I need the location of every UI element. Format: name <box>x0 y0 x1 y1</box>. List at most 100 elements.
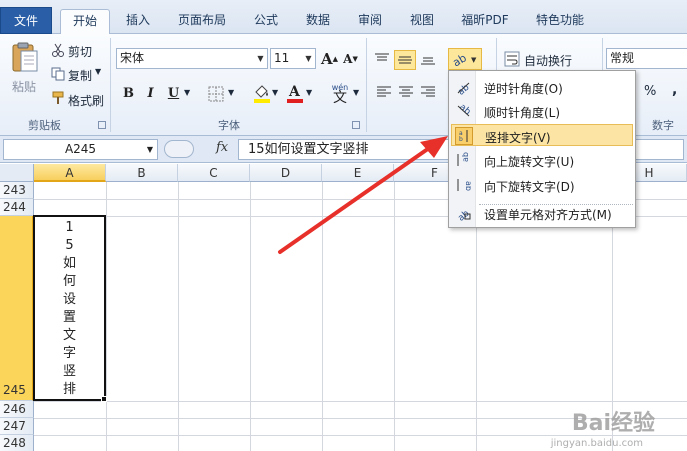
orientation-button[interactable]: ab ▼ <box>448 48 482 70</box>
wrap-text-icon[interactable] <box>503 50 521 68</box>
phonetic-chevron-down-icon[interactable]: ▼ <box>353 88 359 97</box>
number-format-combo[interactable]: 常规 <box>606 48 687 69</box>
column-header-e[interactable]: E <box>322 164 394 182</box>
ribbon-tab-bar: 文件 开始 插入 页面布局 公式 数据 审阅 视图 福昕PDF 特色功能 <box>0 0 687 35</box>
column-header-d[interactable]: D <box>250 164 322 182</box>
copy-dropdown-chevron-icon[interactable]: ▼ <box>95 67 101 76</box>
fill-color-chevron-down-icon[interactable]: ▼ <box>272 88 278 97</box>
column-header-b[interactable]: B <box>106 164 178 182</box>
column-header-c[interactable]: C <box>178 164 250 182</box>
menu-item-label: 逆时针角度(O) <box>484 82 563 96</box>
percent-button[interactable]: % <box>644 84 656 99</box>
insert-function-button[interactable]: fx <box>216 140 228 155</box>
cell-char: 字 <box>62 346 76 361</box>
phonetic-guide-icon[interactable]: wén 文 <box>328 80 352 106</box>
font-group-label: 字体 <box>218 119 240 132</box>
menu-item-vertical-text[interactable]: ab 竖排文字(V) <box>451 124 633 146</box>
grow-font-label: A <box>320 49 333 68</box>
scissors-icon <box>50 42 66 58</box>
grow-font-button[interactable]: A ▲ <box>319 48 340 69</box>
column-header-a[interactable]: A <box>34 164 106 182</box>
menu-item-label: 向下旋转文字(D) <box>484 180 575 194</box>
underline-chevron-down-icon[interactable]: ▼ <box>184 88 190 97</box>
tab-foxit-pdf[interactable]: 福昕PDF <box>452 9 518 34</box>
tab-view[interactable]: 视图 <box>400 9 444 34</box>
svg-text:ab: ab <box>451 51 469 67</box>
copy-button[interactable]: 复制 <box>68 67 92 84</box>
name-box-value: A245 <box>64 142 97 156</box>
paste-icon[interactable] <box>8 40 42 74</box>
rotate-text-down-icon: ab <box>454 176 472 194</box>
cell-char: 5 <box>65 238 74 253</box>
formula-bar-expand-handle[interactable] <box>164 140 194 158</box>
font-name-chevron-down-icon[interactable]: ▼ <box>254 49 267 68</box>
baidu-watermark: Bai经验 <box>571 411 655 436</box>
cell-char: 文 <box>62 328 76 343</box>
format-cell-alignment-icon: ab <box>454 204 472 222</box>
number-format-value: 常规 <box>610 51 635 65</box>
tab-special[interactable]: 特色功能 <box>528 9 592 34</box>
fill-color-icon[interactable] <box>252 82 272 104</box>
wrap-text-button[interactable]: 自动换行 <box>524 52 572 69</box>
top-align-icon[interactable] <box>372 50 392 68</box>
row-header-243[interactable]: 243 <box>0 182 34 199</box>
tab-data[interactable]: 数据 <box>296 9 340 34</box>
menu-item-label: 设置单元格对齐方式(M) <box>484 208 612 222</box>
tab-review[interactable]: 审阅 <box>348 9 392 34</box>
select-all-corner[interactable] <box>0 164 34 182</box>
format-painter-button[interactable]: 格式刷 <box>68 92 104 109</box>
borders-chevron-down-icon[interactable]: ▼ <box>228 88 234 97</box>
name-box-chevron-down-icon[interactable]: ▼ <box>147 140 153 159</box>
group-divider <box>110 38 111 132</box>
cell-char: 置 <box>62 310 76 325</box>
clipboard-launcher-icon[interactable] <box>98 121 106 129</box>
rotate-text-up-icon: ab <box>454 151 472 169</box>
align-right-icon[interactable] <box>418 82 438 102</box>
font-launcher-icon[interactable] <box>352 121 360 129</box>
menu-item-rotate-up[interactable]: ab 向上旋转文字(U) <box>451 149 633 171</box>
menu-item-rotate-down[interactable]: ab 向下旋转文字(D) <box>451 174 633 196</box>
paste-button-label[interactable]: 粘贴 <box>12 78 36 95</box>
borders-icon[interactable] <box>206 84 226 104</box>
font-color-chevron-down-icon[interactable]: ▼ <box>306 88 312 97</box>
menu-item-format-cell-alignment[interactable]: ab 设置单元格对齐方式(M) <box>451 202 633 224</box>
row-header-245[interactable]: 245 <box>0 216 34 401</box>
gridline <box>394 182 395 451</box>
cell-char: 如 <box>62 256 76 271</box>
tab-formulas[interactable]: 公式 <box>244 9 288 34</box>
font-name-combo[interactable]: 宋体 ▼ <box>116 48 268 69</box>
name-box[interactable]: A245 ▼ <box>3 139 158 160</box>
svg-text:ab: ab <box>464 181 471 191</box>
vertical-text-icon: ab <box>455 127 473 145</box>
format-painter-icon <box>50 90 66 106</box>
bold-button[interactable]: B <box>118 83 139 104</box>
cell-char: 1 <box>65 220 74 235</box>
baidu-watermark-url: jingyan.baidu.com <box>550 438 643 449</box>
row-header-246[interactable]: 246 <box>0 401 34 418</box>
gridline <box>178 182 179 451</box>
tab-insert[interactable]: 插入 <box>116 9 160 34</box>
menu-item-counterclockwise[interactable]: ab 逆时针角度(O) <box>451 76 633 98</box>
comma-button[interactable]: , <box>672 82 677 98</box>
bottom-align-icon[interactable] <box>418 50 438 68</box>
font-size-chevron-down-icon[interactable]: ▼ <box>302 49 315 68</box>
row-header-247[interactable]: 247 <box>0 418 34 435</box>
svg-text:▼: ▼ <box>471 56 477 64</box>
font-size-combo[interactable]: 11 ▼ <box>270 48 316 69</box>
row-header-244[interactable]: 244 <box>0 199 34 216</box>
menu-item-clockwise[interactable]: ab 顺时针角度(L) <box>451 100 633 122</box>
italic-button[interactable]: I <box>140 83 161 104</box>
cut-button[interactable]: 剪切 <box>68 43 92 60</box>
excel-window: 文件 开始 插入 页面布局 公式 数据 审阅 视图 福昕PDF 特色功能 粘贴 … <box>0 0 687 451</box>
middle-align-icon[interactable] <box>394 50 416 70</box>
tab-page-layout[interactable]: 页面布局 <box>170 9 234 34</box>
tab-home[interactable]: 开始 <box>60 9 110 35</box>
align-center-icon[interactable] <box>396 82 416 102</box>
align-left-icon[interactable] <box>374 82 394 102</box>
font-color-icon[interactable]: A <box>285 82 305 104</box>
underline-button[interactable]: U <box>163 83 184 104</box>
fill-handle[interactable] <box>101 396 107 402</box>
shrink-font-button[interactable]: A ▼ <box>340 48 361 69</box>
row-header-248[interactable]: 248 <box>0 435 34 451</box>
tab-file[interactable]: 文件 <box>0 7 52 34</box>
